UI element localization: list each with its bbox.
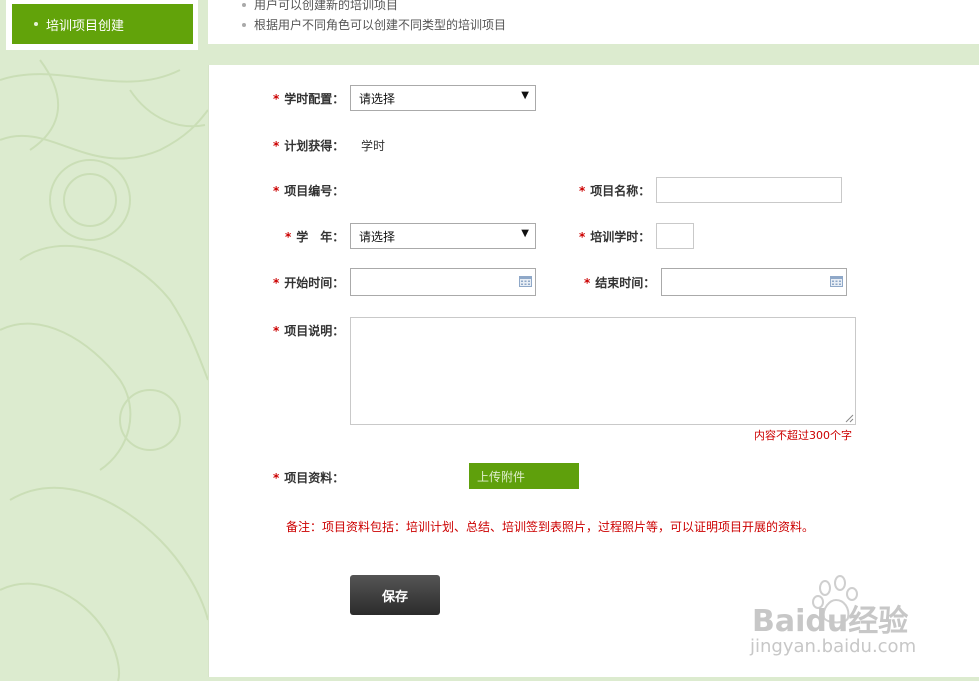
- materials-note: 备注：项目资料包括：培训计划、总结、培训签到表照片，过程照片等，可以证明项目开展…: [286, 520, 815, 534]
- calendar-icon[interactable]: [830, 276, 843, 287]
- plan-hours-value: 学时: [361, 139, 386, 153]
- materials-label: * 项目资料：: [273, 471, 345, 485]
- tips-panel: 用户可以创建新的培训项目 根据用户不同角色可以创建不同类型的培训项目: [208, 0, 979, 44]
- description-label: * 项目说明：: [273, 324, 345, 338]
- hours-config-select[interactable]: 请选择 ▼: [350, 85, 536, 111]
- chevron-down-icon: ▼: [521, 90, 529, 101]
- start-time-label: * 开始时间：: [273, 276, 345, 290]
- tip-line: 用户可以创建新的培训项目: [242, 0, 398, 13]
- project-code-label: * 项目编号：: [273, 184, 345, 198]
- resize-handle-icon[interactable]: [845, 414, 854, 423]
- tip-line: 根据用户不同角色可以创建不同类型的培训项目: [242, 16, 506, 33]
- start-time-input[interactable]: [350, 268, 536, 296]
- calendar-icon[interactable]: [519, 276, 532, 287]
- upload-attachment-button[interactable]: 上传附件: [469, 463, 579, 489]
- sidebar: 培训项目创建: [6, 0, 198, 50]
- training-hours-label: * 培训学时：: [579, 230, 651, 244]
- save-button[interactable]: 保存: [350, 575, 440, 615]
- sidebar-item-label: 培训项目创建: [46, 18, 125, 34]
- project-name-label: * 项目名称：: [579, 184, 651, 198]
- end-time-input[interactable]: [661, 268, 847, 296]
- school-year-select[interactable]: 请选择 ▼: [350, 223, 536, 249]
- bullet-icon: [242, 2, 246, 7]
- bullet-icon: [34, 22, 38, 26]
- hours-config-label: * 学时配置：: [273, 92, 345, 106]
- end-time-label: * 结束时间：: [584, 276, 656, 290]
- bullet-icon: [242, 22, 246, 27]
- sidebar-item-create-project[interactable]: 培训项目创建: [12, 4, 193, 44]
- plan-hours-label: * 计划获得：: [273, 139, 345, 153]
- project-name-input[interactable]: [656, 177, 842, 203]
- chevron-down-icon: ▼: [521, 228, 529, 239]
- watermark-url: jingyan.baidu.com: [750, 636, 917, 657]
- watermark-brand: Baidu经验: [752, 604, 909, 639]
- form-panel: * 学时配置： 请选择 ▼ * 计划获得： 学时 * 项目编号： * 项目名称： * 学 …: [208, 65, 979, 677]
- description-textarea[interactable]: [350, 317, 856, 425]
- description-hint: 内容不超过300个字: [754, 429, 852, 442]
- training-hours-input[interactable]: [656, 223, 694, 249]
- school-year-label: * 学 年：: [285, 230, 345, 244]
